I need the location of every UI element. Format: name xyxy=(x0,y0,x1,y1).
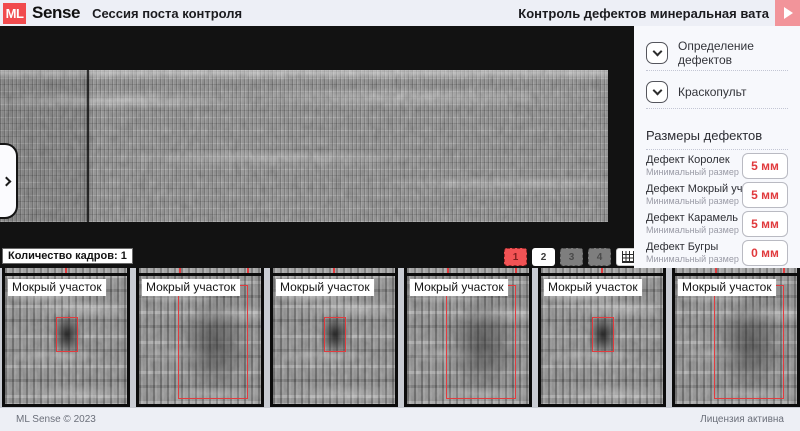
page-button-3[interactable]: 3 xyxy=(560,248,583,266)
chevron-down-icon xyxy=(652,47,662,57)
frames-count-label: Количество кадров: 1 xyxy=(2,248,133,264)
defect-thumbnail-gallery: Мокрый участок Мокрый участок Мокрый уча… xyxy=(0,268,800,408)
app-window: ML Sense Сессия поста контроля Контроль … xyxy=(0,0,800,431)
defect-size-value[interactable]: 5 мм xyxy=(742,153,788,179)
chevron-down-icon xyxy=(652,86,662,96)
status-bar: ML Sense © 2023 Лицензия активна xyxy=(0,408,800,431)
defect-class-label: Мокрый участок xyxy=(276,279,374,296)
defect-thumbnail-5[interactable]: Мокрый участок xyxy=(538,273,666,407)
defect-bbox xyxy=(324,317,346,352)
divider xyxy=(646,108,788,109)
logo-ml-badge: ML xyxy=(3,3,26,24)
drawer-expand-button[interactable] xyxy=(0,143,18,219)
logo-sense-text: Sense xyxy=(32,3,80,23)
grid-icon xyxy=(622,251,634,263)
defect-sizes-title: Размеры дефектов xyxy=(646,128,762,143)
divider xyxy=(646,149,788,150)
defect-size-row: Дефект Бугры Минимальный размер 0 мм xyxy=(646,241,788,269)
page-button-1[interactable]: 1 xyxy=(504,248,527,266)
settings-sidebar: Определение дефектов Краскопульт Размеры… xyxy=(634,26,800,268)
app-logo: ML Sense xyxy=(0,3,80,24)
paint-sprayer-toggle-button[interactable] xyxy=(646,81,668,103)
session-title: Сессия поста контроля xyxy=(92,6,242,21)
camera-stage: Количество кадров: 1 1 2 3 4 xyxy=(0,26,634,268)
defect-size-row: Дефект Мокрый участок Минимальный размер… xyxy=(646,183,788,211)
conveyor-seam-line xyxy=(87,70,89,222)
divider xyxy=(646,70,788,71)
control-title: Контроль дефектов минеральная вата xyxy=(518,6,769,21)
defect-bbox xyxy=(592,317,614,352)
defect-class-label: Мокрый участок xyxy=(410,279,508,296)
defect-size-value[interactable]: 0 мм xyxy=(742,240,788,266)
grid-view-button[interactable] xyxy=(616,248,634,266)
defect-thumbnail-2[interactable]: Мокрый участок xyxy=(136,273,264,407)
defect-size-row: Дефект Королек Минимальный размер 5 мм xyxy=(646,154,788,182)
defect-thumbnail-4[interactable]: Мокрый участок xyxy=(404,273,532,407)
defect-thumbnail-3[interactable]: Мокрый участок xyxy=(270,273,398,407)
texture-noise xyxy=(0,70,608,222)
chevron-right-icon xyxy=(1,176,11,186)
section-defect-detection: Определение дефектов xyxy=(646,41,788,65)
play-icon xyxy=(784,7,793,19)
copyright-text: ML Sense © 2023 xyxy=(16,414,96,425)
defect-bbox xyxy=(714,285,784,399)
defect-size-value[interactable]: 5 мм xyxy=(742,182,788,208)
defect-class-label: Мокрый участок xyxy=(8,279,106,296)
page-button-4[interactable]: 4 xyxy=(588,248,611,266)
conveyor-frame-image xyxy=(0,70,608,222)
defect-class-label: Мокрый участок xyxy=(678,279,776,296)
defect-size-row: Дефект Карамель Минимальный размер 5 мм xyxy=(646,212,788,240)
section-label: Определение дефектов xyxy=(678,39,788,67)
section-paint-sprayer: Краскопульт xyxy=(646,80,788,104)
defect-class-label: Мокрый участок xyxy=(544,279,642,296)
license-status: Лицензия активна xyxy=(700,414,784,425)
top-bar: ML Sense Сессия поста контроля Контроль … xyxy=(0,0,800,26)
defect-bbox xyxy=(178,285,248,399)
defect-detection-toggle-button[interactable] xyxy=(646,42,668,64)
defect-size-value[interactable]: 5 мм xyxy=(742,211,788,237)
section-label: Краскопульт xyxy=(678,85,746,99)
defect-thumbnail-6[interactable]: Мокрый участок xyxy=(672,273,800,407)
frame-pagination: 1 2 3 4 xyxy=(504,248,634,266)
page-button-2[interactable]: 2 xyxy=(532,248,555,266)
defect-bbox xyxy=(56,317,78,352)
defect-bbox xyxy=(446,285,516,399)
defect-thumbnail-1[interactable]: Мокрый участок xyxy=(2,273,130,407)
defect-class-label: Мокрый участок xyxy=(142,279,240,296)
start-session-button[interactable] xyxy=(775,0,800,26)
